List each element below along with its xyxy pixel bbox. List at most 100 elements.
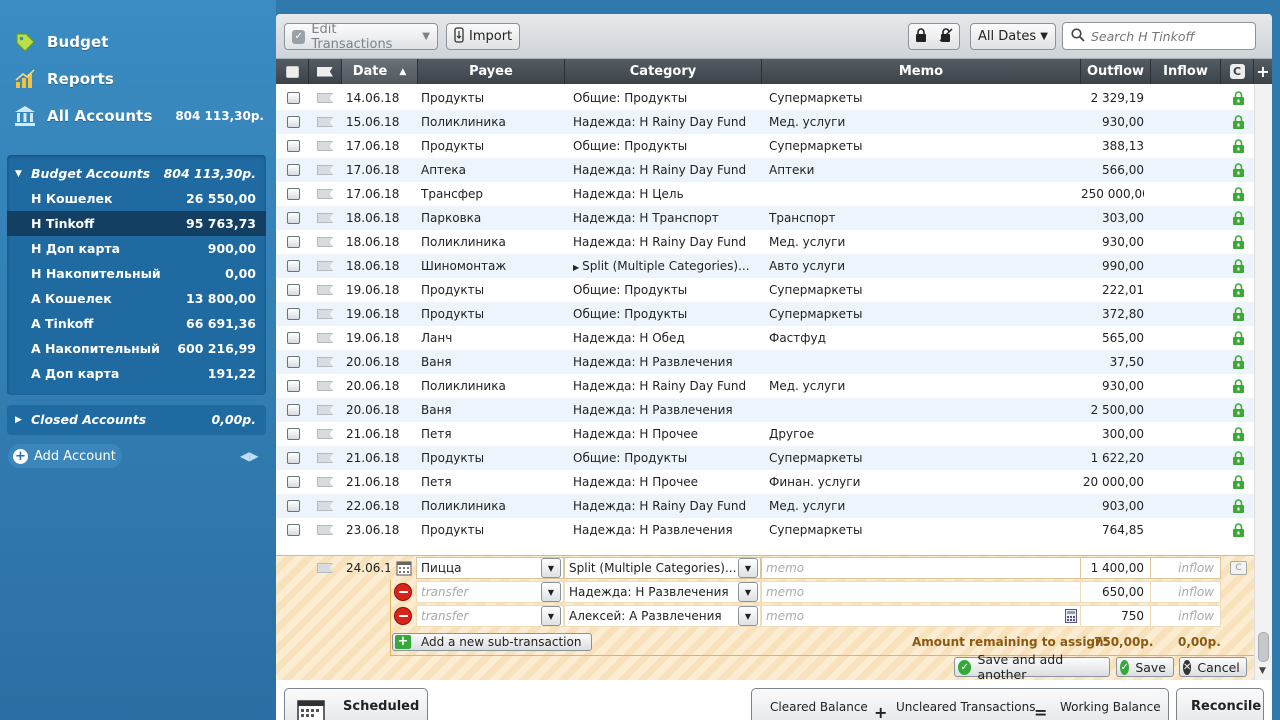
lock-icon[interactable] (1232, 403, 1245, 420)
transaction-row[interactable]: 17.06.18 Продукты Общие: Продукты Супермарк… (276, 134, 1254, 158)
row-checkbox[interactable] (287, 260, 300, 272)
row-checkbox[interactable] (287, 308, 300, 320)
lock-icon[interactable] (1232, 259, 1245, 276)
lock-icon[interactable] (1232, 139, 1245, 156)
remove-sub-transaction-button[interactable] (394, 583, 412, 601)
calculator-icon[interactable] (1065, 609, 1077, 626)
sub-memo-input[interactable]: memo (761, 605, 1081, 627)
row-checkbox[interactable] (287, 332, 300, 344)
remove-sub-transaction-button[interactable] (394, 607, 412, 625)
reconcile-button[interactable]: Reconcile (1176, 688, 1264, 720)
row-checkbox[interactable] (287, 452, 300, 464)
account-item[interactable]: А Доп карта 191,22 (7, 361, 266, 386)
row-checkbox[interactable] (287, 356, 300, 368)
lock-icon[interactable] (1232, 499, 1245, 516)
flag-icon[interactable] (317, 93, 333, 103)
lock-icon[interactable] (1232, 331, 1245, 348)
search-box[interactable] (1062, 22, 1256, 50)
row-checkbox[interactable] (287, 92, 300, 104)
flag-icon[interactable] (317, 309, 333, 319)
nav-budget[interactable]: Budget (12, 28, 264, 56)
transaction-row[interactable]: 18.06.18 Парковка Надежда: Н Транспорт Тран… (276, 206, 1254, 230)
flag-icon[interactable] (317, 333, 333, 343)
lock-icon[interactable] (1232, 307, 1245, 324)
lock-icon[interactable] (1232, 283, 1245, 300)
scroll-thumb[interactable] (1258, 632, 1269, 662)
lock-icon[interactable] (1232, 211, 1245, 228)
scrollbar[interactable]: ▼ (1254, 84, 1272, 680)
flag-icon[interactable] (317, 141, 333, 151)
row-checkbox[interactable] (287, 500, 300, 512)
editor-inflow-input[interactable]: inflow (1150, 557, 1221, 579)
transaction-row[interactable]: 18.06.18 Поликлиника Надежда: Н Rainy Day … (276, 230, 1254, 254)
transaction-row[interactable]: 22.06.18 Поликлиника Надежда: Н Rainy Day … (276, 494, 1254, 518)
flag-icon[interactable] (317, 189, 333, 199)
transaction-row[interactable]: 19.06.18 Ланч Надежда: Н Обед Фастфуд 565,00 (276, 326, 1254, 350)
select-all-checkbox[interactable] (285, 65, 299, 78)
flag-icon[interactable] (317, 525, 333, 535)
editor-outflow-input[interactable]: 1 400,00 (1080, 557, 1151, 579)
editor-date-input[interactable]: 24.06.18 (342, 557, 390, 579)
search-input[interactable] (1091, 28, 1251, 44)
category-column-header[interactable]: Category (565, 59, 762, 84)
flag-icon[interactable] (317, 477, 333, 487)
edit-transactions-button[interactable]: ✓ Edit Transactions ▼ (284, 22, 438, 52)
transaction-row[interactable]: 14.06.18 Продукты Общие: Продукты Супермарк… (276, 86, 1254, 110)
flag-icon[interactable] (317, 213, 333, 223)
sub-memo-input[interactable]: memo (761, 581, 1081, 603)
budget-accounts-header[interactable]: ▼ Budget Accounts 804 113,30р. (7, 161, 266, 186)
unlock-icon[interactable] (939, 27, 953, 46)
lock-icon[interactable] (1232, 91, 1245, 108)
flag-icon[interactable] (317, 563, 333, 573)
sub-payee-dropdown[interactable]: ▼ (541, 582, 561, 602)
editor-memo-input[interactable]: memo (761, 557, 1081, 579)
flag-icon[interactable] (317, 501, 333, 511)
flag-icon[interactable] (317, 261, 333, 271)
transaction-row[interactable]: 21.06.18 Продукты Общие: Продукты Супермарк… (276, 446, 1254, 470)
lock-icon[interactable] (1232, 355, 1245, 372)
select-all-checkbox-cell[interactable] (276, 59, 309, 84)
flag-icon[interactable] (317, 381, 333, 391)
transaction-row[interactable]: 19.06.18 Продукты Общие: Продукты Супермарк… (276, 302, 1254, 326)
row-checkbox[interactable] (287, 404, 300, 416)
transaction-row[interactable]: 23.06.18 Продукты Надежда: Н Развлечения Су… (276, 518, 1254, 542)
row-checkbox[interactable] (287, 164, 300, 176)
expand-split-icon[interactable]: ▶ (573, 263, 579, 272)
sub-category-input[interactable]: Алексей: А Развлечения (564, 605, 761, 627)
transaction-row[interactable]: 21.06.18 Петя Надежда: Н Прочее Другое 300,0… (276, 422, 1254, 446)
payee-column-header[interactable]: Payee (418, 59, 565, 84)
flag-column-header[interactable] (309, 59, 342, 84)
date-column-header[interactable]: Date ▲ (342, 59, 418, 84)
scroll-down-arrow-icon[interactable]: ▼ (1259, 666, 1266, 676)
account-item[interactable]: А Кошелек 13 800,00 (7, 286, 266, 311)
payee-dropdown-button[interactable]: ▼ (541, 558, 561, 578)
inflow-column-header[interactable]: Inflow (1151, 59, 1221, 84)
row-checkbox[interactable] (287, 116, 300, 128)
row-checkbox[interactable] (287, 188, 300, 200)
transaction-row[interactable]: 17.06.18 Аптека Надежда: Н Rainy Day Fund А… (276, 158, 1254, 182)
flag-icon[interactable] (317, 165, 333, 175)
sub-outflow-input[interactable]: 650,00 (1080, 581, 1151, 603)
lock-icon[interactable] (1232, 187, 1245, 204)
add-account-button[interactable]: + Add Account (8, 444, 122, 468)
sub-category-input[interactable]: Надежда: Н Развлечения (564, 581, 761, 603)
closed-accounts-header[interactable]: ▶ Closed Accounts 0,00р. (7, 407, 266, 432)
transaction-row[interactable]: 21.06.18 Петя Надежда: Н Прочее Финан. услу… (276, 470, 1254, 494)
cleared-column-header[interactable]: C (1221, 59, 1254, 84)
row-checkbox[interactable] (287, 524, 300, 536)
transaction-row[interactable]: 20.06.18 Ваня Надежда: Н Развлечения 37,50 (276, 350, 1254, 374)
lock-icon[interactable] (1232, 451, 1245, 468)
lock-icon[interactable] (915, 27, 927, 46)
outflow-column-header[interactable]: Outflow (1081, 59, 1151, 84)
save-and-add-another-button[interactable]: ✓ Save and add another (954, 652, 1110, 682)
account-item[interactable]: Н Кошелек 26 550,00 (7, 186, 266, 211)
lock-icon[interactable] (1232, 475, 1245, 492)
flag-icon[interactable] (317, 285, 333, 295)
add-sub-transaction-button[interactable]: + Add a new sub-transaction (392, 633, 593, 651)
editor-category-input[interactable]: Split (Multiple Categories)... (564, 557, 761, 579)
flag-icon[interactable] (317, 405, 333, 415)
flag-icon[interactable] (317, 357, 333, 367)
sub-inflow-input[interactable]: inflow (1150, 581, 1221, 603)
flag-icon[interactable] (317, 237, 333, 247)
add-column-button[interactable]: + (1254, 59, 1272, 84)
